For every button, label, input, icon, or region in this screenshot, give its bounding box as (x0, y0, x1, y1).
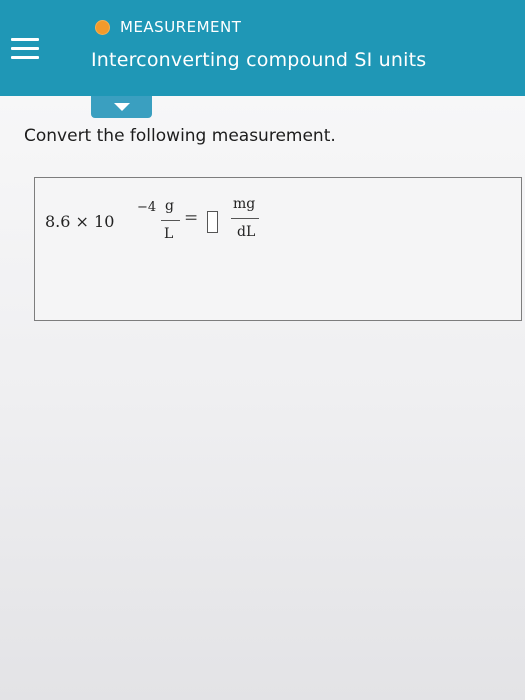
page-title: Interconverting compound SI units (91, 49, 427, 71)
menu-line (11, 37, 39, 41)
topic-label: MEASUREMENT (120, 18, 242, 36)
main-content: Convert the following measurement. 8.6 ×… (0, 96, 525, 700)
exponent: −4 (137, 200, 157, 215)
topic-row: MEASUREMENT (95, 16, 241, 38)
header-bar: MEASUREMENT Interconverting compound SI … (0, 0, 525, 96)
caret-down-icon (113, 103, 130, 111)
menu-line (11, 46, 39, 50)
target-unit-fraction-bar (231, 218, 259, 219)
topic-status-dot (95, 19, 110, 35)
given-unit-denominator: L (164, 226, 174, 242)
target-unit-numerator: mg (233, 196, 256, 212)
answer-input[interactable] (207, 211, 218, 233)
given-unit-numerator: g (165, 198, 174, 214)
given-unit-fraction-bar (161, 220, 180, 221)
coefficient: 8.6 × 10 (45, 212, 115, 231)
answer-area: 8.6 × 10 −4 g L = mg dL (34, 177, 522, 321)
menu-line (11, 55, 39, 59)
question-instruction: Convert the following measurement. (24, 126, 336, 146)
target-unit-denominator: dL (237, 224, 256, 240)
hamburger-menu-icon[interactable] (0, 0, 50, 96)
equals-sign: = (184, 208, 199, 228)
collapse-toggle-button[interactable] (91, 96, 152, 118)
